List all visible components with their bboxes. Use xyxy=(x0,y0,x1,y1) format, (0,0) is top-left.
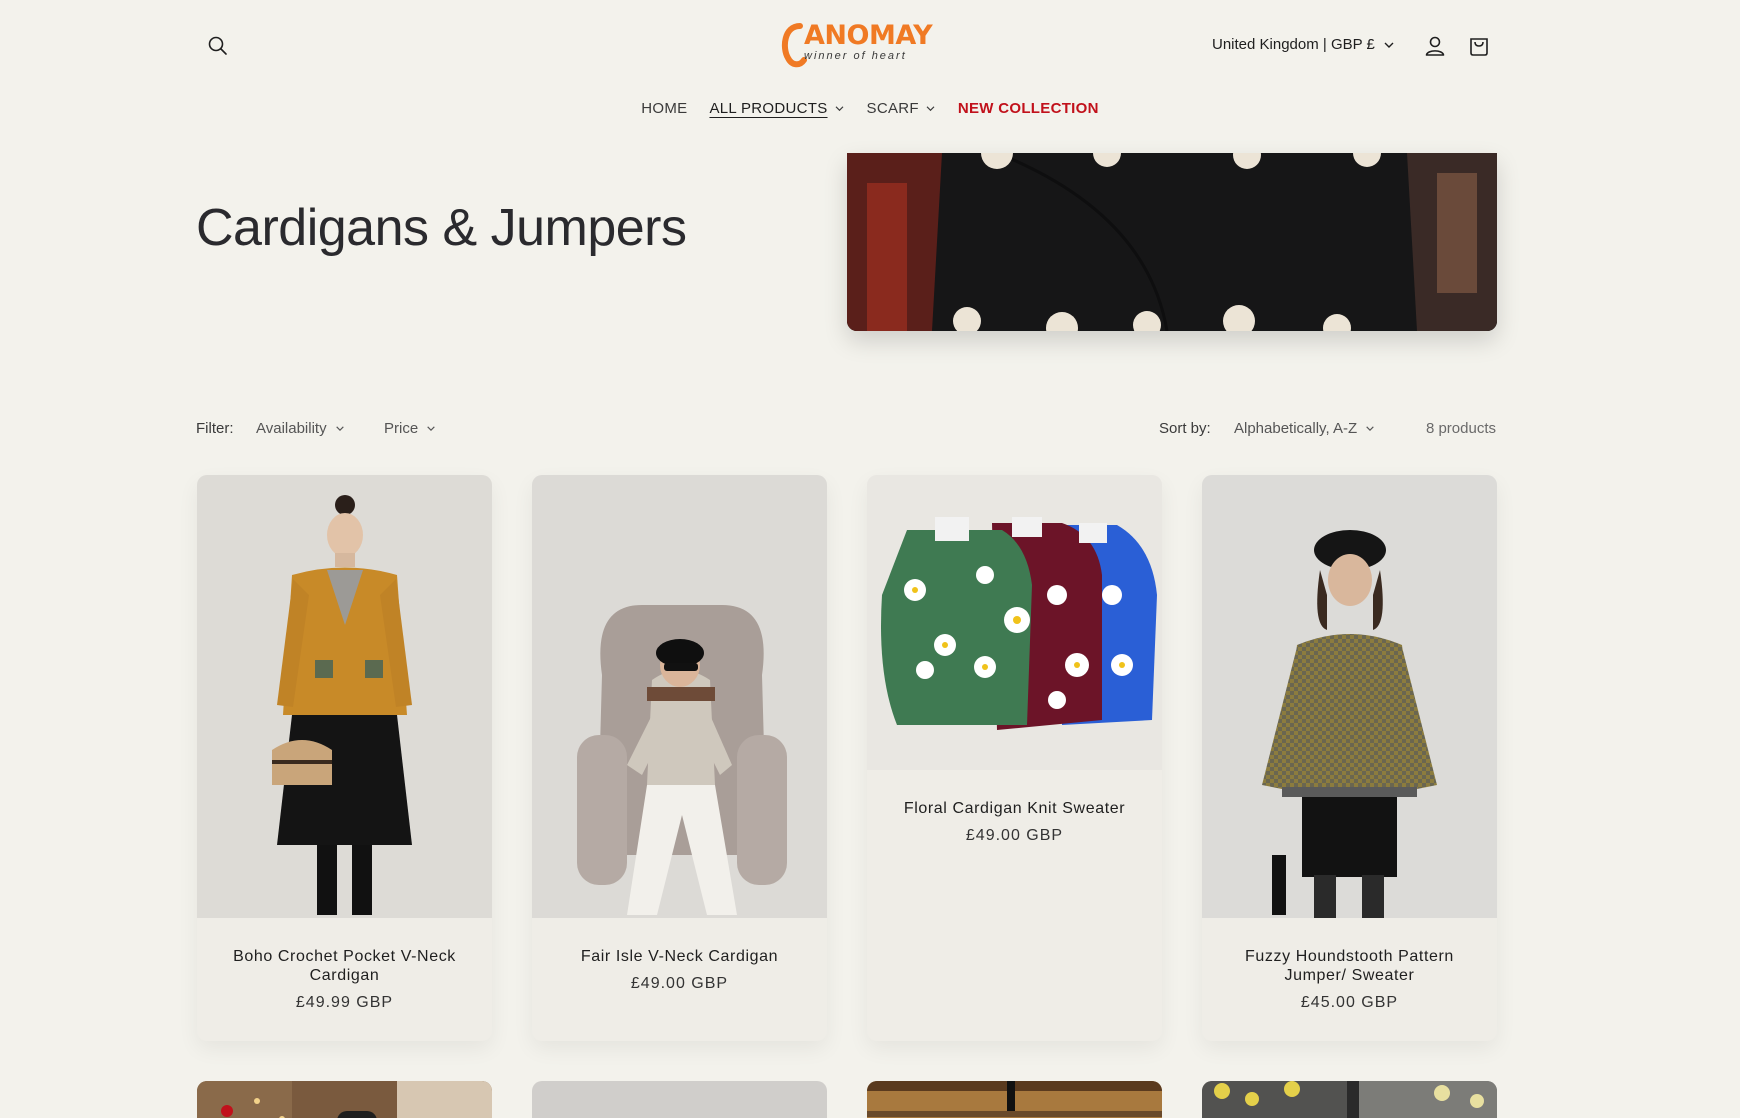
product-card-image-partial[interactable] xyxy=(532,1081,827,1118)
availability-filter[interactable]: Availability xyxy=(256,420,345,437)
product-price: £49.99 GBP xyxy=(295,994,394,1011)
product-count: 8 products xyxy=(1425,420,1496,437)
product-price: £49.00 GBP xyxy=(630,975,729,992)
chevron-down-icon xyxy=(1384,42,1394,48)
brand-logo[interactable]: ANOMAY winner of heart xyxy=(781,20,933,72)
nav-item-home[interactable]: HOME xyxy=(630,100,698,117)
sort-label: Sort by: xyxy=(1159,420,1211,437)
sort-select[interactable]: Alphabetically, A-Z xyxy=(1234,420,1375,437)
chevron-down-icon xyxy=(335,426,344,431)
price-filter-label: Price xyxy=(384,420,419,437)
product-card[interactable]: Floral Cardigan Knit Sweater £49.00 GBP xyxy=(867,475,1162,1041)
country-currency-selector[interactable]: United Kingdom | GBP £ xyxy=(1212,36,1395,53)
product-name[interactable]: Floral Cardigan Knit Sweater xyxy=(867,799,1162,818)
logo-tagline: winner of heart xyxy=(804,50,907,62)
search-icon[interactable] xyxy=(206,34,230,58)
chevron-down-icon xyxy=(926,106,935,112)
cart-icon[interactable] xyxy=(1467,34,1491,58)
price-filter[interactable]: Price xyxy=(384,420,436,437)
chevron-down-icon xyxy=(427,426,435,431)
country-currency-label: United Kingdom | GBP £ xyxy=(1212,36,1375,53)
product-card-image-partial[interactable] xyxy=(1202,1081,1497,1118)
nav-item-all-products[interactable]: ALL PRODUCTS xyxy=(698,100,855,117)
product-price: £45.00 GBP xyxy=(1300,994,1399,1011)
account-icon[interactable] xyxy=(1423,34,1447,58)
collection-banner-image xyxy=(847,153,1497,331)
sort-value: Alphabetically, A-Z xyxy=(1234,420,1358,437)
nav-item-label: SCARF xyxy=(866,100,919,117)
filter-label: Filter: xyxy=(196,420,234,437)
page-title: Cardigans & Jumpers xyxy=(196,199,687,257)
product-image xyxy=(532,475,827,918)
product-name[interactable]: Fair Isle V-Neck Cardigan xyxy=(532,947,827,966)
nav-item-label: NEW COLLECTION xyxy=(957,100,1099,117)
product-card[interactable]: Fair Isle V-Neck Cardigan £49.00 GBP xyxy=(532,475,827,1041)
product-price: £49.00 GBP xyxy=(965,827,1064,844)
site-header: ANOMAY winner of heart United Kingdom | … xyxy=(0,0,1740,150)
main-navigation: HOME ALL PRODUCTS SCARF NEW COLLECTION xyxy=(0,100,1740,117)
availability-filter-label: Availability xyxy=(256,420,327,437)
logo-text: ANOMAY xyxy=(804,20,933,51)
chevron-down-icon xyxy=(1366,426,1374,431)
filter-bar: Filter: Availability Price Sort by: Alph… xyxy=(196,418,1496,440)
product-card[interactable]: Boho Crochet Pocket V-Neck Cardigan £49.… xyxy=(197,475,492,1041)
product-name[interactable]: Boho Crochet Pocket V-Neck Cardigan xyxy=(197,947,492,985)
nav-item-label: ALL PRODUCTS xyxy=(709,100,828,117)
product-card-image-partial[interactable] xyxy=(867,1081,1162,1118)
product-card[interactable]: Fuzzy Houndstooth Pattern Jumper/ Sweate… xyxy=(1202,475,1497,1041)
nav-item-label: HOME xyxy=(641,100,688,117)
nav-item-scarf[interactable]: SCARF xyxy=(856,100,947,117)
nav-item-new-collection[interactable]: NEW COLLECTION xyxy=(947,100,1110,117)
chevron-down-icon xyxy=(835,106,843,112)
product-image xyxy=(197,475,492,918)
product-name[interactable]: Fuzzy Houndstooth Pattern Jumper/ Sweate… xyxy=(1202,947,1497,985)
product-image xyxy=(1202,475,1497,918)
product-card-image-partial[interactable] xyxy=(197,1081,492,1118)
product-image xyxy=(867,475,1162,770)
